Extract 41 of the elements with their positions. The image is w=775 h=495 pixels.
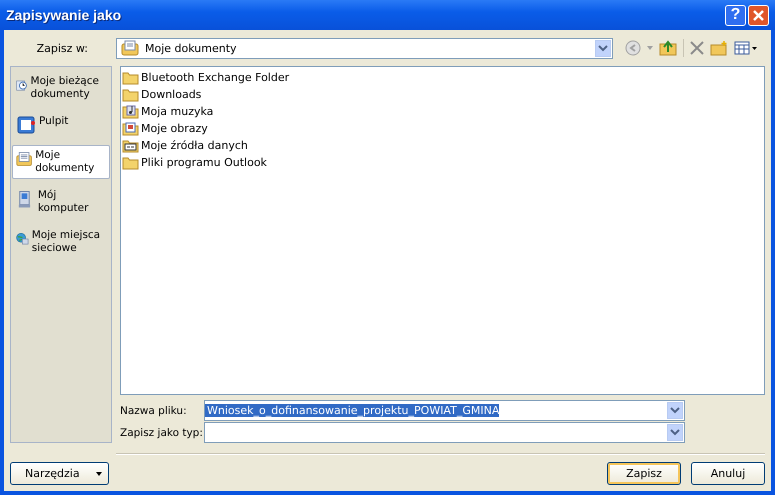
delete-icon[interactable] (690, 41, 704, 55)
place-item[interactable]: Mój komputer (12, 185, 110, 219)
views-icon[interactable] (734, 41, 758, 55)
place-item[interactable]: Moje miejsca sieciowe (12, 225, 110, 259)
file-item[interactable]: Moja muzyka (122, 103, 763, 120)
up-folder-icon[interactable] (659, 40, 677, 56)
back-icon[interactable] (625, 40, 641, 56)
location-dropdown[interactable]: Moje dokumenty (116, 38, 613, 58)
save-button[interactable]: Zapisz (607, 462, 681, 485)
file-name-field[interactable]: Wniosek_o_dofinansowanie_projektu_POWIAT_GMINA (204, 400, 685, 421)
window-title: Zapisywanie jako (6, 7, 122, 23)
save-in-label: Zapisz w: (36, 42, 89, 54)
folder-icon (122, 155, 139, 170)
chevron-down-icon[interactable] (670, 429, 680, 436)
new-folder-icon[interactable] (710, 40, 728, 56)
chevron-down-icon[interactable] (670, 407, 680, 414)
chevron-down-icon[interactable] (598, 44, 608, 52)
place-item[interactable]: Pulpit (12, 111, 110, 139)
desktop-icon (16, 115, 36, 135)
cancel-button[interactable]: Anuluj (691, 462, 765, 485)
file-item[interactable]: Moje źródła danych (122, 137, 763, 154)
close-button[interactable] (748, 4, 769, 26)
file-type-label: Zapisz jako typ: (120, 426, 204, 438)
music-folder-icon (122, 104, 139, 119)
documents-folder-icon (121, 40, 139, 56)
place-item[interactable]: Moje dokumenty (12, 145, 110, 179)
file-item[interactable]: Moje obrazy (122, 120, 763, 137)
documents-folder-icon (16, 149, 32, 169)
caret-icon (96, 472, 102, 476)
folder-icon (122, 70, 139, 85)
help-button[interactable]: ? (725, 4, 746, 26)
folder-icon (122, 87, 139, 102)
dropdown-arrow-icon[interactable] (647, 46, 653, 50)
file-item[interactable]: Downloads (122, 86, 763, 103)
file-type-dropdown[interactable] (204, 422, 685, 443)
tools-button[interactable]: Narzędzia (10, 462, 109, 485)
file-item[interactable]: Pliki programu Outlook (122, 154, 763, 171)
place-item[interactable]: Moje bieżące dokumenty (12, 71, 110, 105)
file-name-label: Nazwa pliku: (120, 404, 188, 416)
file-item[interactable]: Bluetooth Exchange Folder (122, 69, 763, 86)
close-icon (752, 8, 765, 22)
